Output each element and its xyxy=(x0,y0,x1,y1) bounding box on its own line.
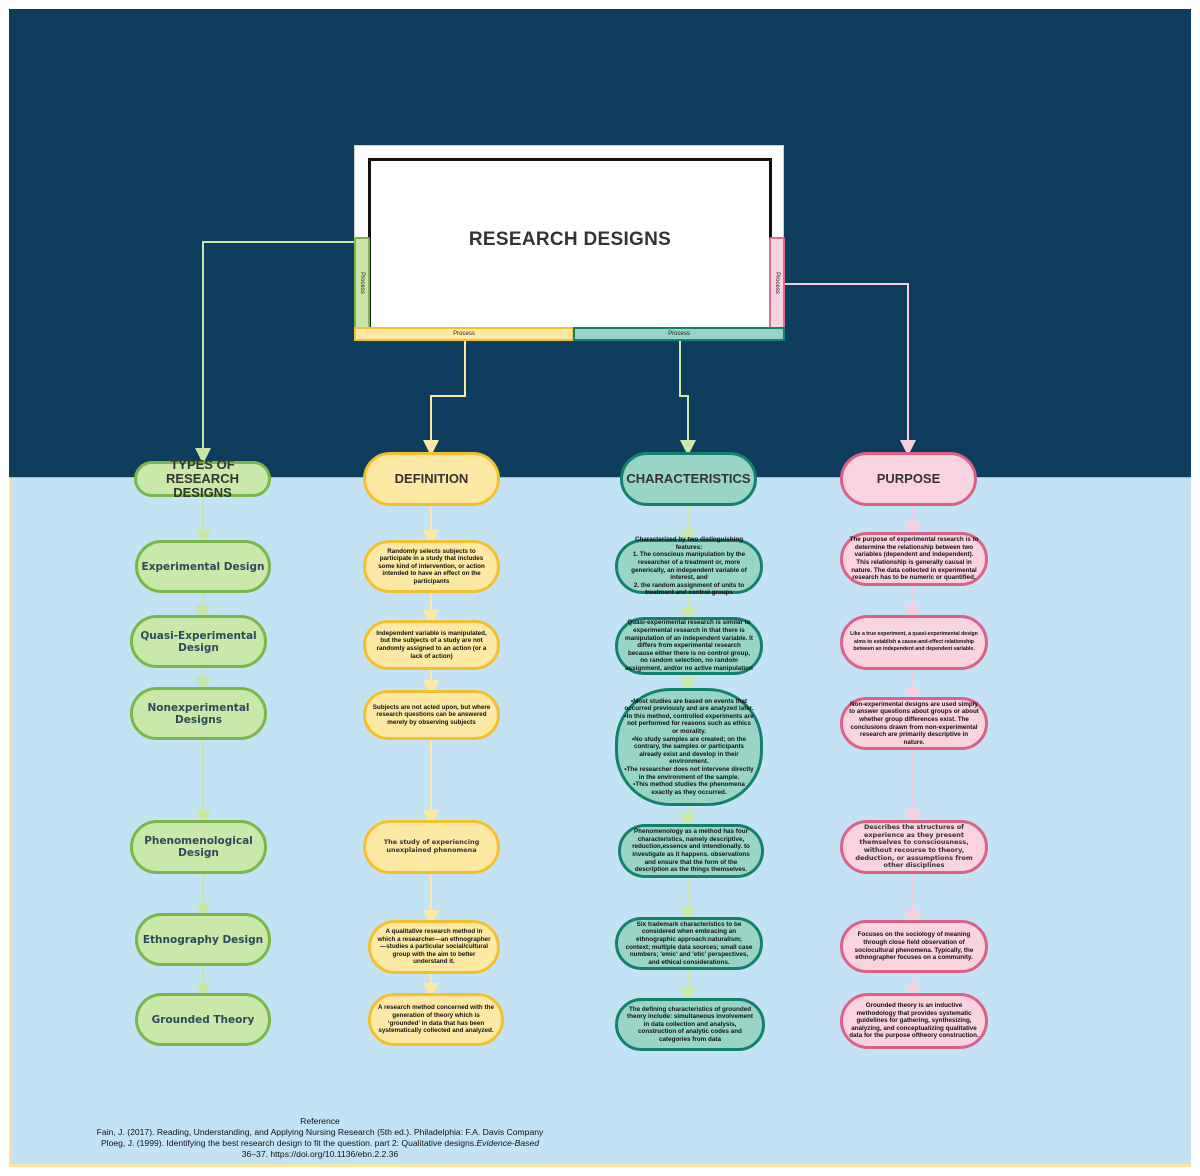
purpose-node: Like a true experiment, a quasi-experime… xyxy=(840,615,988,670)
reference-block: Reference Fain, J. (2017). Reading, Unde… xyxy=(40,1116,600,1160)
characteristic-node: Six trademark characteristics to be cons… xyxy=(615,917,763,970)
process-tab-bottom-left: Process xyxy=(354,327,574,341)
purpose-node: Grounded theory is an inductive methodol… xyxy=(840,993,988,1049)
definition-node: A qualitative research method in which a… xyxy=(368,920,500,974)
characteristic-node: The defining characteristics of grounded… xyxy=(615,998,765,1051)
process-tab-left: Process xyxy=(354,237,370,329)
characteristic-node: Characterized by two distinguishing feat… xyxy=(615,536,763,597)
heading-characteristics: CHARACTERISTICS xyxy=(620,452,757,506)
purpose-node: The purpose of experimental research is … xyxy=(840,532,988,586)
type-label: Ethnography Design xyxy=(142,933,264,946)
characteristic-text: Phenomenology as a method has four chara… xyxy=(632,828,750,874)
definition-text: The study of experiencing unexplained ph… xyxy=(383,838,480,854)
heading-purpose: PURPOSE xyxy=(840,452,977,506)
purpose-node: Non-experimental designs are used simply… xyxy=(840,697,988,750)
heading-line: TYPES OF xyxy=(170,457,235,472)
definition-text: Independent variable is manipulated, but… xyxy=(376,629,487,660)
process-tab-right: Process xyxy=(769,237,785,329)
definition-text: A research method concerned with the gen… xyxy=(378,1004,494,1035)
characteristic-node: Phenomenology as a method has four chara… xyxy=(618,824,764,878)
characteristic-text: Six trademark characteristics to be cons… xyxy=(625,920,753,966)
characteristic-node: Quasi-experimental research is similar t… xyxy=(615,617,763,675)
type-label: Experimental Design xyxy=(141,560,265,573)
definition-node: Randomly selects subjects to participate… xyxy=(363,540,500,593)
heading-label: PURPOSE xyxy=(876,471,941,486)
purpose-node: Focuses on the sociology of meaning thro… xyxy=(840,920,988,973)
type-label: Phenomenological Design xyxy=(144,835,253,859)
characteristic-node: •Most studies are based on events that o… xyxy=(615,688,763,806)
characteristic-text: Quasi-experimental research is similar t… xyxy=(624,619,754,672)
definition-node: A research method concerned with the gen… xyxy=(368,993,504,1046)
characteristic-text: Characterized by two distinguishing feat… xyxy=(631,536,747,597)
type-node: Nonexperimental Designs xyxy=(130,687,267,740)
heading-definition: DEFINITION xyxy=(363,452,500,506)
reference-journal: Evidence-Based xyxy=(476,1138,540,1148)
reference-entry: 36–37. https://doi.org/10.1136/ebn.2.2.3… xyxy=(241,1149,399,1159)
heading-label: DEFINITION xyxy=(394,471,469,486)
characteristic-text: The defining characteristics of grounded… xyxy=(627,1005,753,1043)
reference-entry: Fain, J. (2017). Reading, Understanding,… xyxy=(96,1127,544,1137)
heading-line: RESEARCH DESIGNS xyxy=(166,471,239,500)
definition-text: A qualitative research method in which a… xyxy=(377,928,491,966)
type-node: Quasi-Experimental Design xyxy=(130,615,267,668)
title-frame: RESEARCH DESIGNS xyxy=(368,158,772,328)
type-node: Grounded Theory xyxy=(135,993,271,1046)
purpose-text: Grounded theory is an inductive methodol… xyxy=(849,1002,979,1040)
definition-node: The study of experiencing unexplained ph… xyxy=(363,820,500,874)
definition-node: Subjects are not acted upon, but where r… xyxy=(363,690,500,740)
purpose-text: The purpose of experimental research is … xyxy=(849,536,979,582)
process-label: Process xyxy=(668,331,690,337)
definition-text: Subjects are not acted upon, but where r… xyxy=(372,703,491,726)
process-label: Process xyxy=(774,272,780,294)
reference-title: Reference xyxy=(300,1116,340,1126)
type-node: Ethnography Design xyxy=(135,913,271,966)
reference-entry: Ploeg, J. (1999). Identifying the best r… xyxy=(100,1138,477,1148)
heading-types: TYPES OF RESEARCH DESIGNS xyxy=(134,458,271,500)
characteristic-text: •Most studies are based on events that o… xyxy=(624,697,754,796)
definition-text: Randomly selects subjects to participate… xyxy=(378,547,485,585)
purpose-text: Describes the structures of experience a… xyxy=(855,823,973,870)
type-node: Phenomenological Design xyxy=(130,820,267,874)
purpose-text: Like a true experiment, a quasi-experime… xyxy=(850,631,978,653)
type-node: Experimental Design xyxy=(135,540,271,593)
purpose-node: Describes the structures of experience a… xyxy=(840,820,988,874)
definition-node: Independent variable is manipulated, but… xyxy=(363,620,500,670)
purpose-text: Non-experimental designs are used simply… xyxy=(849,700,979,746)
diagram-title: RESEARCH DESIGNS xyxy=(468,228,672,250)
purpose-text: Focuses on the sociology of meaning thro… xyxy=(854,931,974,962)
type-label: Quasi-Experimental Design xyxy=(140,629,257,654)
type-label: Nonexperimental Designs xyxy=(147,701,250,726)
process-label: Process xyxy=(453,331,475,337)
process-label: Process xyxy=(359,272,365,294)
heading-label: CHARACTERISTICS xyxy=(626,471,751,486)
type-label: Grounded Theory xyxy=(151,1013,255,1026)
process-tab-bottom-right: Process xyxy=(573,327,785,341)
research-designs-diagram: RESEARCH DESIGNS Process Process Process… xyxy=(0,0,1200,1176)
